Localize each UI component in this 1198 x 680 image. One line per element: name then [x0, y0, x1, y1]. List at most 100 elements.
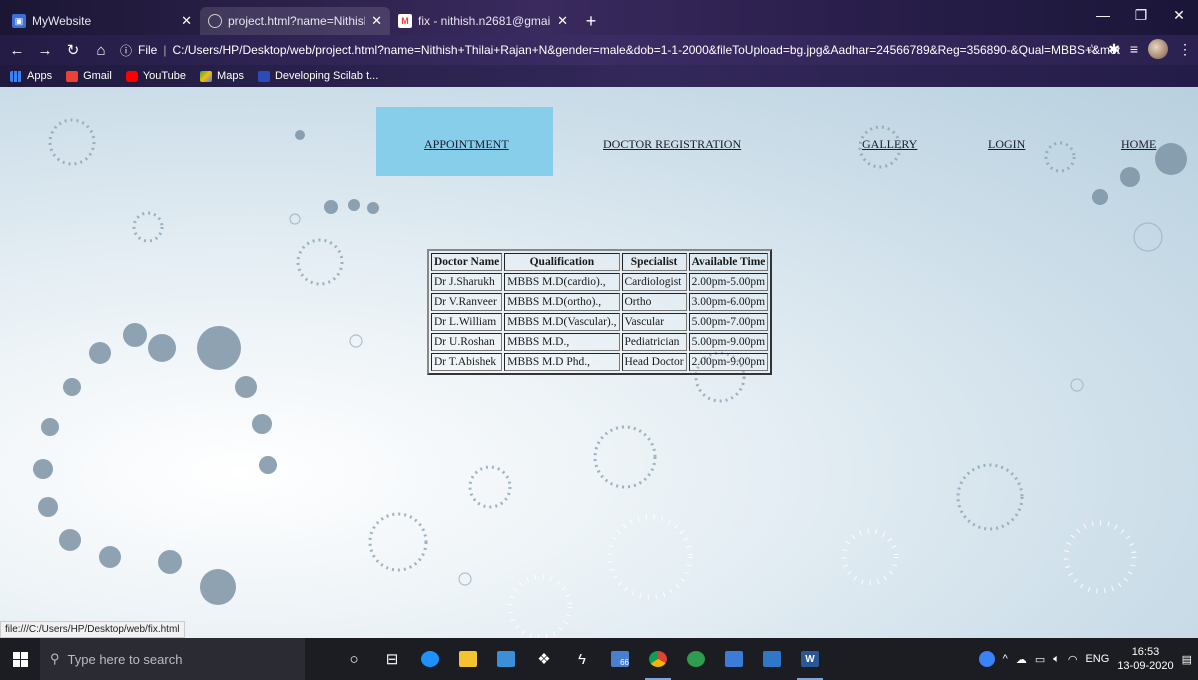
bookmark-gmail[interactable]: Gmail: [66, 70, 112, 82]
bookmark-maps[interactable]: Maps: [200, 70, 244, 82]
address-bar[interactable]: ⓘ File | C:/Users/HP/Desktop/web/project…: [120, 38, 1120, 62]
taskbar-pinned-apps: ○ ⊟ ❖ ϟ 66 W: [335, 638, 829, 680]
bookmark-label: Apps: [27, 70, 53, 82]
cell-specialist: Pediatrician: [621, 333, 687, 351]
cell-doctor-name: Dr L.William: [431, 313, 503, 331]
photos-icon[interactable]: [753, 638, 791, 680]
reading-list-icon[interactable]: ≡: [1130, 41, 1138, 57]
file-explorer-icon[interactable]: [449, 638, 487, 680]
back-icon[interactable]: ←: [6, 39, 28, 61]
table-row: Dr J.Sharukh MBBS M.D(cardio)., Cardiolo…: [431, 273, 769, 291]
maps-icon: [200, 70, 213, 82]
more-menu-icon[interactable]: ⋮: [1178, 41, 1192, 58]
globe-icon: [208, 14, 222, 28]
cell-specialist: Cardiologist: [621, 273, 687, 291]
forward-icon[interactable]: →: [34, 39, 56, 61]
bookmark-scilab[interactable]: Developing Scilab t...: [257, 70, 378, 82]
clock-date: 13-09-2020: [1117, 660, 1174, 672]
table-row: Dr U.Roshan MBBS M.D., Pediatrician 5.00…: [431, 333, 769, 351]
start-button[interactable]: [0, 638, 40, 680]
notifications-icon[interactable]: ▤: [1182, 653, 1192, 666]
nav-login[interactable]: LOGIN: [988, 137, 1025, 152]
close-icon[interactable]: ✕: [557, 13, 568, 29]
task-view-icon[interactable]: ⊟: [373, 638, 411, 680]
chrome-icon[interactable]: [639, 638, 677, 680]
taskbar-search[interactable]: ⚲ Type here to search: [40, 638, 305, 680]
maximize-icon[interactable]: ❐: [1122, 0, 1160, 30]
close-window-icon[interactable]: ✕: [1160, 0, 1198, 30]
nav-appointment[interactable]: APPOINTMENT: [424, 137, 509, 152]
windows-taskbar: ⚲ Type here to search ○ ⊟ ❖ ϟ 66 W ^ ☁ ▭…: [0, 638, 1198, 680]
volume-icon[interactable]: 🔈︎: [1053, 653, 1060, 666]
tab-mywebsite[interactable]: ▣ MyWebsite ✕: [4, 7, 200, 35]
cell-specialist: Head Doctor: [621, 353, 687, 371]
new-tab-button[interactable]: +: [576, 7, 606, 35]
tab-title: project.html?name=Nithish+Thil: [228, 14, 365, 28]
cell-doctor-name: Dr T.Abishek: [431, 353, 503, 371]
wifi-icon[interactable]: ◠: [1068, 653, 1078, 666]
cell-available-time: 2.00pm-9.00pm: [688, 353, 769, 371]
close-icon[interactable]: ✕: [181, 13, 192, 29]
bookmark-label: Maps: [217, 70, 244, 82]
info-icon[interactable]: ⓘ: [120, 42, 132, 59]
tab-gmail[interactable]: M fix - nithish.n2681@gmail.com - ✕: [390, 7, 576, 35]
word-label: W: [801, 651, 819, 667]
bookmark-apps[interactable]: Apps: [10, 70, 52, 82]
nav-gallery[interactable]: GALLERY: [862, 137, 917, 152]
cell-available-time: 3.00pm-6.00pm: [688, 293, 769, 311]
header-available-time: Available Time: [688, 253, 769, 271]
address-separator: |: [163, 43, 167, 57]
extensions-icon[interactable]: ✱: [1108, 41, 1120, 58]
cell-doctor-name: Dr J.Sharukh: [431, 273, 503, 291]
gmail-icon: [66, 70, 79, 82]
cell-qualification: MBBS M.D(Vascular).,: [504, 313, 620, 331]
browser-toolbar: ← → ↻ ⌂ ⓘ File | C:/Users/HP/Desktop/web…: [0, 35, 1198, 65]
link-status-bar: file:///C:/Users/HP/Desktop/web/fix.html: [0, 621, 185, 638]
close-icon[interactable]: ✕: [371, 13, 382, 29]
cell-available-time: 5.00pm-9.00pm: [688, 333, 769, 351]
clock-time: 16:53: [1131, 646, 1160, 658]
table-row: Dr T.Abishek MBBS M.D Phd., Head Doctor …: [431, 353, 769, 371]
language-indicator[interactable]: ENG: [1085, 653, 1109, 665]
table-header-row: Doctor Name Qualification Specialist Ava…: [431, 253, 769, 271]
cell-qualification: MBBS M.D.,: [504, 333, 620, 351]
clock[interactable]: 16:53 13-09-2020: [1117, 645, 1173, 673]
bookmark-label: Gmail: [83, 70, 112, 82]
edge-icon[interactable]: [411, 638, 449, 680]
word-icon[interactable]: W: [791, 638, 829, 680]
cell-qualification: MBBS M.D(cardio).,: [504, 273, 620, 291]
page-viewport: APPOINTMENT DOCTOR REGISTRATION GALLERY …: [0, 87, 1198, 638]
cloud-icon[interactable]: ☁: [1016, 653, 1027, 666]
help-icon[interactable]: [978, 651, 995, 667]
vscode-icon[interactable]: [715, 638, 753, 680]
nav-home[interactable]: HOME: [1121, 137, 1156, 152]
nav-doctor-registration[interactable]: DOCTOR REGISTRATION: [603, 137, 741, 152]
gmail-icon: M: [398, 14, 412, 28]
windows-logo-icon: [12, 651, 28, 667]
home-icon[interactable]: ⌂: [90, 39, 112, 61]
battery-icon[interactable]: ▭: [1035, 653, 1045, 666]
app-badge-icon[interactable]: 66: [601, 638, 639, 680]
header-qualification: Qualification: [504, 253, 620, 271]
minimize-icon[interactable]: —: [1084, 0, 1122, 30]
dropbox-icon[interactable]: ❖: [525, 638, 563, 680]
cell-qualification: MBBS M.D Phd.,: [504, 353, 620, 371]
profile-avatar[interactable]: [1148, 39, 1168, 59]
cortana-icon[interactable]: ○: [335, 638, 373, 680]
search-icon: ⚲: [50, 651, 60, 666]
scheme-label: File: [138, 43, 158, 57]
bookmarks-bar: Apps Gmail YouTube Maps Developing Scila…: [0, 65, 1198, 87]
cell-qualification: MBBS M.D(ortho).,: [504, 293, 620, 311]
cell-specialist: Vascular: [621, 313, 687, 331]
header-doctor-name: Doctor Name: [431, 253, 503, 271]
game-icon[interactable]: [677, 638, 715, 680]
reload-icon[interactable]: ↻: [62, 39, 84, 61]
table-row: Dr V.Ranveer MBBS M.D(ortho)., Ortho 3.0…: [431, 293, 769, 311]
cell-specialist: Ortho: [621, 293, 687, 311]
chevron-up-icon[interactable]: ^: [1003, 653, 1008, 665]
tab-project[interactable]: project.html?name=Nithish+Thil ✕: [200, 7, 390, 35]
bookmark-youtube[interactable]: YouTube: [125, 70, 186, 82]
mail-icon[interactable]: [487, 638, 525, 680]
bookmark-star-icon[interactable]: ☆: [1086, 41, 1099, 58]
power-automate-icon[interactable]: ϟ: [563, 638, 601, 680]
